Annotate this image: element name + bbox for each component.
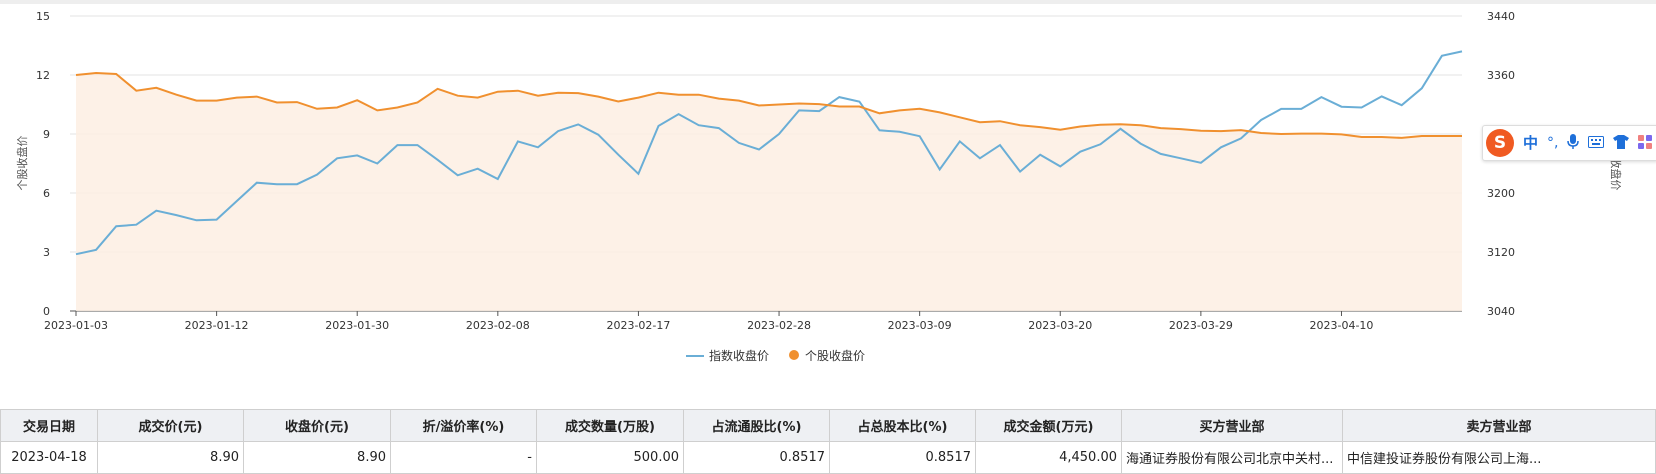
y-tick-right: 3200 — [1487, 187, 1515, 200]
right-y-ticks: 304031203200328033603440 — [1487, 10, 1515, 318]
price-chart: 03691215 304031203200328033603440 2023-0… — [15, 10, 1623, 363]
col-premium-rate[interactable]: 折/溢价率(%) — [390, 409, 537, 442]
legend-stock-swatch — [789, 350, 799, 360]
y-tick-left: 12 — [36, 69, 50, 82]
x-tick-label: 2023-01-12 — [185, 319, 249, 332]
col-total-ratio[interactable]: 占总股本比(%) — [829, 409, 976, 442]
y-tick-left: 9 — [43, 128, 50, 141]
col-trade-date[interactable]: 交易日期 — [0, 409, 98, 442]
microphone-icon[interactable] — [1567, 133, 1580, 153]
col-seller[interactable]: 卖方营业部 — [1342, 409, 1656, 442]
y-tick-left: 15 — [36, 10, 50, 23]
x-tick-label: 2023-03-09 — [888, 319, 952, 332]
y-tick-left: 0 — [43, 305, 50, 318]
x-tick-label: 2023-02-17 — [606, 319, 670, 332]
x-tick-label: 2023-03-29 — [1169, 319, 1233, 332]
cell-trade-price: 8.90 — [97, 441, 244, 474]
x-tick-label: 2023-01-03 — [44, 319, 108, 332]
zh-mode-icon[interactable]: 中 — [1523, 135, 1538, 151]
punctuation-icon[interactable]: °, — [1547, 136, 1558, 150]
legend[interactable]: 指数收盘价 个股收盘价 — [686, 348, 865, 363]
legend-index-label[interactable]: 指数收盘价 — [709, 348, 769, 363]
ime-toolbar[interactable]: S 中 °, — [1482, 125, 1656, 161]
cell-close-price: 8.90 — [243, 441, 391, 474]
x-tick-label: 2023-02-08 — [466, 319, 530, 332]
left-y-ticks: 0 3 6 9 12 15 — [36, 10, 50, 318]
y-tick-left: 3 — [43, 246, 50, 259]
cell-float-ratio: 0.8517 — [683, 441, 830, 474]
x-tick-label: 2023-01-30 — [325, 319, 389, 332]
y-tick-right: 3440 — [1487, 10, 1515, 23]
cell-buyer[interactable]: 海通证券股份有限公司北京中关村... — [1121, 441, 1343, 474]
x-axis-ticks: 2023-01-03 2023-01-12 2023-01-30 2023-02-08… — [44, 311, 1373, 332]
col-volume[interactable]: 成交数量(万股) — [536, 409, 684, 442]
col-trade-price[interactable]: 成交价(元) — [97, 409, 244, 442]
left-axis-title: 个股收盘价 — [15, 136, 29, 191]
block-trade-table: 交易日期 成交价(元) 收盘价(元) 折/溢价率(%) 成交数量(万股) 占流通… — [0, 409, 1656, 474]
x-tick-label: 2023-02-28 — [747, 319, 811, 332]
col-close-price[interactable]: 收盘价(元) — [243, 409, 391, 442]
cell-total-ratio: 0.8517 — [829, 441, 976, 474]
x-tick-label: 2023-04-10 — [1310, 319, 1374, 332]
y-tick-right: 3360 — [1487, 69, 1515, 82]
col-float-ratio[interactable]: 占流通股比(%) — [683, 409, 830, 442]
cell-volume: 500.00 — [536, 441, 684, 474]
apps-icon[interactable] — [1638, 134, 1653, 152]
cell-seller[interactable]: 中信建投证券股份有限公司上海... — [1342, 441, 1656, 474]
y-tick-left: 6 — [43, 187, 50, 200]
cell-premium-rate: - — [390, 441, 537, 474]
sogou-logo-icon[interactable]: S — [1486, 129, 1514, 157]
table-row: 2023-04-18 8.90 8.90 - 500.00 0.8517 0.8… — [0, 441, 1656, 474]
keyboard-icon[interactable] — [1588, 135, 1605, 151]
stock-close-area — [76, 73, 1462, 311]
y-tick-right: 3120 — [1487, 246, 1515, 259]
cell-trade-date: 2023-04-18 — [0, 441, 98, 474]
col-buyer[interactable]: 买方营业部 — [1121, 409, 1343, 442]
table-header-row: 交易日期 成交价(元) 收盘价(元) 折/溢价率(%) 成交数量(万股) 占流通… — [0, 409, 1656, 442]
legend-stock-label[interactable]: 个股收盘价 — [805, 348, 865, 363]
skin-icon[interactable] — [1613, 134, 1630, 152]
y-tick-right: 3040 — [1487, 305, 1515, 318]
col-amount[interactable]: 成交金额(万元) — [975, 409, 1122, 442]
cell-amount: 4,450.00 — [975, 441, 1122, 474]
x-tick-label: 2023-03-20 — [1028, 319, 1092, 332]
